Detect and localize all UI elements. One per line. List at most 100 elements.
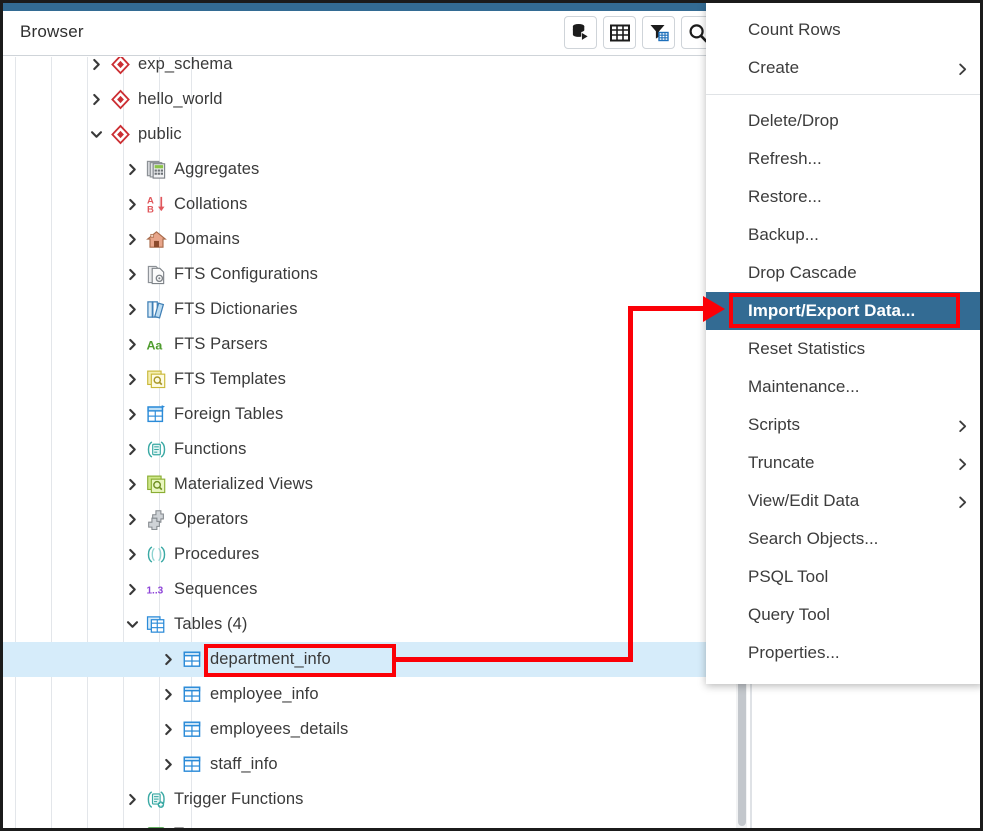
pgadmin-browser-screenshot: Browser bbox=[0, 0, 983, 831]
tree-item-label: exp_schema bbox=[138, 57, 233, 74]
menu-item-reset-statistics[interactable]: Reset Statistics bbox=[706, 330, 983, 368]
menu-item-import-export-data[interactable]: Import/Export Data... bbox=[706, 292, 983, 330]
query-tool-icon[interactable] bbox=[564, 16, 597, 49]
tree-item-public[interactable]: public bbox=[3, 117, 735, 152]
tree-item-label: employee_info bbox=[210, 685, 319, 704]
tree-item-fts-configurations[interactable]: FTS Configurations bbox=[3, 257, 735, 292]
chevron-right-icon[interactable] bbox=[119, 583, 145, 596]
tree-item-sequences[interactable]: 1..3Sequences bbox=[3, 572, 735, 607]
tree-item-label: Collations bbox=[174, 195, 247, 214]
chevron-right-icon bbox=[958, 494, 967, 508]
tree-item-functions[interactable]: Functions bbox=[3, 432, 735, 467]
tree-item-label: Sequences bbox=[174, 580, 257, 599]
menu-item-delete-drop[interactable]: Delete/Drop bbox=[706, 102, 983, 140]
fts-dictionaries-icon bbox=[145, 299, 167, 321]
tree-item-tables-4[interactable]: Tables (4) bbox=[3, 607, 735, 642]
fts-parsers-icon: Aa bbox=[145, 334, 167, 356]
tree-item-materialized-views[interactable]: Materialized Views bbox=[3, 467, 735, 502]
browser-panel-header: Browser bbox=[3, 11, 748, 56]
menu-item-query-tool[interactable]: Query Tool bbox=[706, 596, 983, 634]
tree-item-employees-details[interactable]: employees_details bbox=[3, 712, 735, 747]
tree-item-label: Foreign Tables bbox=[174, 405, 283, 424]
menu-item-refresh[interactable]: Refresh... bbox=[706, 140, 983, 178]
chevron-right-icon[interactable] bbox=[119, 268, 145, 281]
chevron-right-icon[interactable] bbox=[119, 373, 145, 386]
svg-text:B: B bbox=[146, 205, 153, 215]
chevron-right-icon[interactable] bbox=[119, 478, 145, 491]
tree-item-label: Domains bbox=[174, 230, 240, 249]
tree-item-procedures[interactable]: Procedures bbox=[3, 537, 735, 572]
context-menu[interactable]: Count RowsCreateDelete/DropRefresh...Res… bbox=[706, 3, 983, 684]
menu-item-maintenance[interactable]: Maintenance... bbox=[706, 368, 983, 406]
menu-item-view-edit-data[interactable]: View/Edit Data bbox=[706, 482, 983, 520]
tree-item-label: FTS Templates bbox=[174, 370, 286, 389]
menu-item-drop-cascade[interactable]: Drop Cascade bbox=[706, 254, 983, 292]
chevron-right-icon[interactable] bbox=[83, 93, 109, 106]
chevron-right-icon bbox=[958, 418, 967, 432]
menu-item-restore[interactable]: Restore... bbox=[706, 178, 983, 216]
collations-icon: AB bbox=[145, 194, 167, 216]
chevron-right-icon[interactable] bbox=[119, 513, 145, 526]
procedures-icon bbox=[145, 544, 167, 566]
filtered-rows-icon[interactable] bbox=[642, 16, 675, 49]
tree-item-aggregates[interactable]: Aggregates bbox=[3, 152, 735, 187]
chevron-right-icon[interactable] bbox=[155, 653, 181, 666]
menu-item-truncate[interactable]: Truncate bbox=[706, 444, 983, 482]
menu-item-label: Create bbox=[748, 58, 799, 78]
menu-item-count-rows[interactable]: Count Rows bbox=[706, 11, 983, 49]
tree-item-collations[interactable]: AB Collations bbox=[3, 187, 735, 222]
tree-item-fts-templates[interactable]: FTS Templates bbox=[3, 362, 735, 397]
object-tree[interactable]: exp_schema hello_worldpublic Aggregates AB C… bbox=[3, 57, 735, 828]
menu-item-create[interactable]: Create bbox=[706, 49, 983, 87]
menu-item-scripts[interactable]: Scripts bbox=[706, 406, 983, 444]
tree-item-operators[interactable]: Operators bbox=[3, 502, 735, 537]
fts-configurations-icon bbox=[145, 264, 167, 286]
menu-item-label: Backup... bbox=[748, 225, 819, 245]
chevron-right-icon[interactable] bbox=[119, 303, 145, 316]
view-data-icon[interactable] bbox=[603, 16, 636, 49]
tree-scrollbar-thumb[interactable] bbox=[738, 676, 746, 826]
aggregates-icon bbox=[145, 159, 167, 181]
tree-item-employee-info[interactable]: employee_info bbox=[3, 677, 735, 712]
tree-item-foreign-tables[interactable]: Foreign Tables bbox=[3, 397, 735, 432]
tree-item-label: Operators bbox=[174, 510, 248, 529]
menu-item-label: Delete/Drop bbox=[748, 111, 839, 131]
chevron-right-icon[interactable] bbox=[119, 233, 145, 246]
chevron-right-icon[interactable] bbox=[119, 338, 145, 351]
chevron-right-icon[interactable] bbox=[83, 58, 109, 71]
menu-item-properties[interactable]: Properties... bbox=[706, 634, 983, 672]
chevron-right-icon[interactable] bbox=[119, 548, 145, 561]
tree-item-hello-world[interactable]: hello_world bbox=[3, 82, 735, 117]
fts-templates-icon bbox=[145, 369, 167, 391]
menu-item-label: Scripts bbox=[748, 415, 800, 435]
tree-item-types[interactable]: Types bbox=[3, 817, 735, 828]
chevron-right-icon[interactable] bbox=[155, 688, 181, 701]
tree-item-fts-dictionaries[interactable]: FTS Dictionaries bbox=[3, 292, 735, 327]
tree-item-label: Functions bbox=[174, 440, 246, 459]
chevron-right-icon[interactable] bbox=[155, 723, 181, 736]
tree-item-domains[interactable]: Domains bbox=[3, 222, 735, 257]
panel-toolbar bbox=[564, 16, 714, 49]
menu-item-label: Maintenance... bbox=[748, 377, 860, 397]
chevron-right-icon[interactable] bbox=[119, 443, 145, 456]
chevron-right-icon[interactable] bbox=[119, 408, 145, 421]
chevron-right-icon[interactable] bbox=[119, 163, 145, 176]
menu-item-label: Search Objects... bbox=[748, 529, 878, 549]
tree-item-department-info[interactable]: department_info bbox=[3, 642, 735, 677]
panel-title: Browser bbox=[20, 22, 84, 42]
tree-item-staff-info[interactable]: staff_info bbox=[3, 747, 735, 782]
chevron-right-icon[interactable] bbox=[119, 198, 145, 211]
table-icon bbox=[181, 649, 203, 671]
menu-item-backup[interactable]: Backup... bbox=[706, 216, 983, 254]
tree-item-fts-parsers[interactable]: AaFTS Parsers bbox=[3, 327, 735, 362]
chevron-right-icon[interactable] bbox=[155, 758, 181, 771]
tree-item-exp-schema[interactable]: exp_schema bbox=[3, 57, 735, 82]
tree-item-label: Aggregates bbox=[174, 160, 259, 179]
chevron-right-icon[interactable] bbox=[119, 793, 145, 806]
menu-item-search-objects[interactable]: Search Objects... bbox=[706, 520, 983, 558]
tree-item-trigger-functions[interactable]: Trigger Functions bbox=[3, 782, 735, 817]
chevron-down-icon[interactable] bbox=[83, 128, 109, 141]
tree-item-label: public bbox=[138, 125, 182, 144]
menu-item-psql-tool[interactable]: PSQL Tool bbox=[706, 558, 983, 596]
chevron-down-icon[interactable] bbox=[119, 618, 145, 631]
